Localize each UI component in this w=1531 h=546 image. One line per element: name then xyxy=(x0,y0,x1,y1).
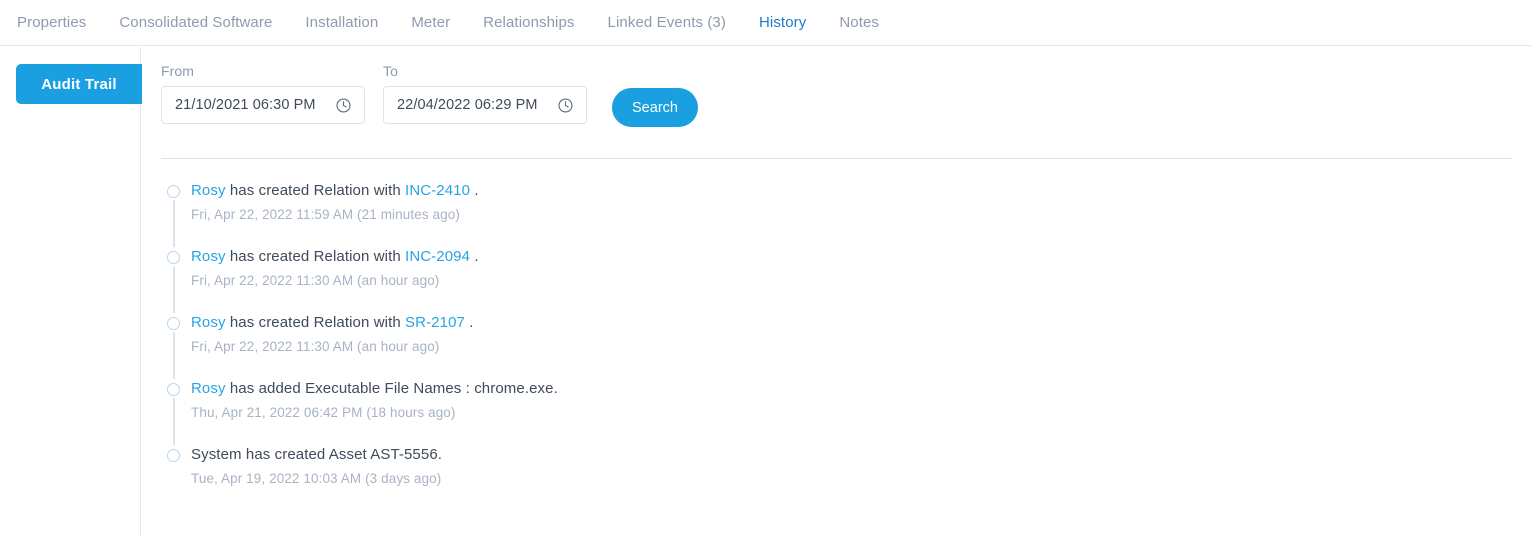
timeline-entry-text: Rosy has added Executable File Names : c… xyxy=(191,379,1507,399)
audit-trail-button[interactable]: Audit Trail xyxy=(16,64,142,104)
timeline-action-suffix: . xyxy=(470,248,479,265)
timeline-bullet-icon xyxy=(167,251,180,264)
timeline-actor-link[interactable]: Rosy xyxy=(191,380,226,397)
timeline-entry-text: System has created Asset AST-5556. xyxy=(191,445,1507,465)
timeline-action-text: has added Executable File Names : chrome… xyxy=(225,380,558,397)
tab-properties[interactable]: Properties xyxy=(17,15,86,30)
timeline-action-text: has created Relation with xyxy=(225,248,406,265)
timeline-record-link[interactable]: SR-2107 xyxy=(405,314,465,331)
search-button[interactable]: Search xyxy=(612,88,698,127)
timeline-entry-text: Rosy has created Relation with INC-2094 … xyxy=(191,247,1507,267)
timeline-entry-date: Thu, Apr 21, 2022 06:42 PM (18 hours ago… xyxy=(191,404,456,420)
timeline-action-text: has created Relation with xyxy=(225,314,406,331)
to-label: To xyxy=(383,63,398,79)
audit-timeline-list: Rosy has created Relation with INC-2410 … xyxy=(167,181,1507,491)
sidebar-divider xyxy=(140,47,141,536)
to-date-value: 22/04/2022 06:29 PM xyxy=(397,97,538,113)
timeline-actor-link[interactable]: Rosy xyxy=(191,248,226,265)
history-tab-page: Properties Consolidated Software Installat… xyxy=(0,0,1531,546)
timeline-action-text: System has created Asset AST-5556. xyxy=(191,446,443,463)
content-separator xyxy=(161,158,1512,159)
timeline-entry-date: Tue, Apr 19, 2022 10:03 AM (3 days ago) xyxy=(191,470,442,486)
timeline-actor-link[interactable]: Rosy xyxy=(191,182,226,199)
clock-icon[interactable] xyxy=(557,97,574,114)
timeline-record-link[interactable]: INC-2094 xyxy=(405,248,470,265)
timeline-action-suffix: . xyxy=(464,314,474,331)
timeline-action-suffix: . xyxy=(470,182,479,199)
timeline-bullet-icon xyxy=(167,449,180,462)
tab-consolidated-software[interactable]: Consolidated Software xyxy=(119,15,272,30)
timeline-actor-link[interactable]: Rosy xyxy=(191,314,226,331)
tab-installation[interactable]: Installation xyxy=(305,15,378,30)
tab-meter[interactable]: Meter xyxy=(411,15,450,30)
to-date-input[interactable]: 22/04/2022 06:29 PM xyxy=(383,86,587,124)
timeline-entry: System has created Asset AST-5556. Tue, A… xyxy=(167,445,1507,491)
timeline-entry: Rosy has created Relation with INC-2410 … xyxy=(167,181,1507,247)
timeline-action-text: has created Relation with xyxy=(225,182,406,199)
tab-notes[interactable]: Notes xyxy=(839,15,879,30)
clock-icon[interactable] xyxy=(335,97,352,114)
timeline-entry: Rosy has added Executable File Names : c… xyxy=(167,379,1507,445)
timeline-connector xyxy=(173,266,175,313)
tab-relationships[interactable]: Relationships xyxy=(483,15,574,30)
from-date-input[interactable]: 21/10/2021 06:30 PM xyxy=(161,86,365,124)
timeline-connector xyxy=(173,200,175,247)
timeline-connector xyxy=(173,398,175,445)
timeline-entry: Rosy has created Relation with SR-2107 .… xyxy=(167,313,1507,379)
timeline-entry-text: Rosy has created Relation with INC-2410 … xyxy=(191,181,1507,201)
timeline-entry: Rosy has created Relation with INC-2094 … xyxy=(167,247,1507,313)
tab-history[interactable]: History xyxy=(759,15,806,30)
tab-linked-events-3[interactable]: Linked Events (3) xyxy=(608,15,726,30)
timeline-bullet-icon xyxy=(167,317,180,330)
timeline-bullet-icon xyxy=(167,185,180,198)
timeline-bullet-icon xyxy=(167,383,180,396)
timeline-connector xyxy=(173,332,175,379)
from-date-value: 21/10/2021 06:30 PM xyxy=(175,97,316,113)
from-date-field: From 21/10/2021 06:30 PM xyxy=(161,64,365,124)
timeline-entry-date: Fri, Apr 22, 2022 11:59 AM (21 minutes a… xyxy=(191,206,460,222)
timeline-entry-date: Fri, Apr 22, 2022 11:30 AM (an hour ago) xyxy=(191,272,440,288)
timeline-record-link[interactable]: INC-2410 xyxy=(405,182,470,199)
timeline-entry-text: Rosy has created Relation with SR-2107 . xyxy=(191,313,1507,333)
from-label: From xyxy=(161,63,195,79)
timeline-entry-date: Fri, Apr 22, 2022 11:30 AM (an hour ago) xyxy=(191,338,440,354)
tab-bar: Properties Consolidated Software Installat… xyxy=(0,0,1531,46)
to-date-field: To 22/04/2022 06:29 PM xyxy=(383,64,587,124)
